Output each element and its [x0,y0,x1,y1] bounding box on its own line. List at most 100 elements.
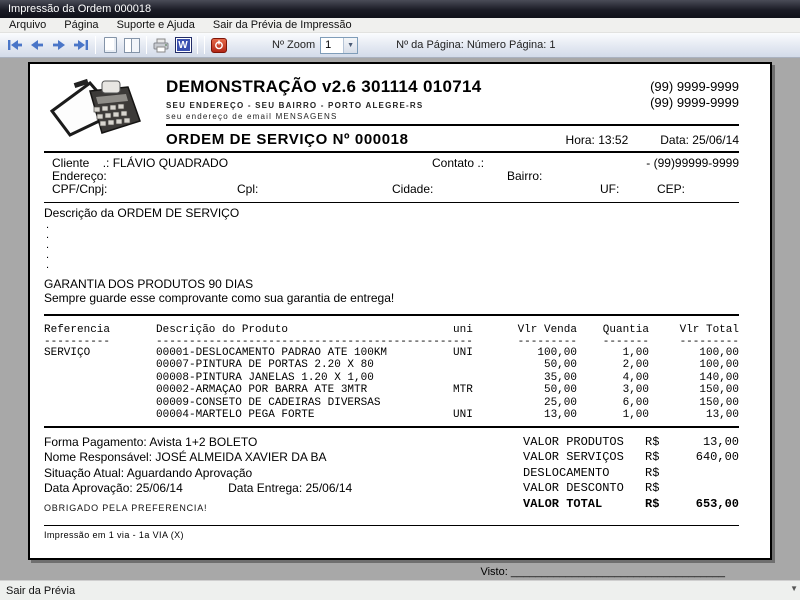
zoom-select[interactable]: 1 ▼ [320,36,359,54]
next-page-button[interactable] [48,35,70,55]
description-dot-line: . [46,259,50,271]
table-cell [44,384,156,396]
toolbar-separator [197,36,198,54]
status-bar: Sair da Prévia ▼ [0,580,800,600]
table-cell: 150,00 [699,384,739,396]
first-page-button[interactable] [4,35,26,55]
total-label: DESLOCAMENTO [523,465,610,480]
divider [44,314,739,316]
table-row: 00004-MARTELO PEGA FORTE UNI 13,00 1,00 13,0… [44,409,739,421]
word-icon: W [174,37,192,53]
table-cell: 100,00 [699,359,739,371]
table-header-cell: uni [453,324,473,336]
total-label: VALOR TOTAL [523,496,603,511]
table-cell: 35,00 [543,371,577,384]
total-value: 640,00 [695,450,739,465]
table-cell: 150,00 [699,396,739,409]
description-dot-line: . [46,219,50,231]
toolbar-separator [95,36,96,54]
table-cell: UNI [453,346,473,359]
total-row: VALOR DESCONTO R$ [523,481,739,496]
company-block: DEMONSTRAÇÃO v2.6 301114 010714 SEU ENDE… [160,77,739,151]
copy-info-line: Impressão em 1 via - 1a VIA (X) [44,530,184,541]
total-value: 13,00 [702,435,739,449]
items-table: Referencia Descrição do Produto uni Vlr Ven… [44,324,739,421]
total-value [673,481,739,496]
menu-item[interactable]: Sair da Prévia de Impressão [204,18,361,33]
two-page-icon [124,37,140,53]
company-title: DEMONSTRAÇÃO v2.6 301114 010714 [166,77,482,96]
power-icon [211,37,227,53]
export-word-button[interactable]: W [172,35,194,55]
menu-item[interactable]: Página [55,18,107,33]
next-page-icon [53,40,65,50]
table-cell: 00007-PINTURA DE PORTAS 2.20 X 80 [156,359,374,371]
last-page-button[interactable] [70,35,92,55]
single-page-view-button[interactable] [99,35,121,55]
table-cell [453,372,497,384]
prev-page-button[interactable] [26,35,48,55]
prev-page-icon [31,40,43,50]
toolbar-separator [204,36,205,54]
company-address: SEU ENDEREÇO - SEU BAIRRO - PORTO ALEGRE… [166,101,424,110]
table-cell: 00009-CONSETO DE CADEIRAS DIVERSAS [156,396,381,409]
document-page: DEMONSTRAÇÃO v2.6 301114 010714 SEU ENDE… [28,62,772,578]
table-cell: 4,00 [622,371,649,384]
table-dash-cell: ---------- [44,337,111,347]
client-label: Cliente .: [52,156,113,170]
table-header-cell: Descrição do Produto [156,324,289,336]
table-header-cell: Referencia [44,324,111,336]
cpl-label: Cpl: [237,182,259,196]
total-currency: R$ [645,481,660,496]
responsible-line: Nome Responsável: JOSÉ ALMEIDA XAVIER DA… [44,450,327,465]
table-dash-cell: ------- [602,337,649,347]
cpf-label: CPF/Cnpj: [52,182,108,196]
table-cell: SERVIÇO [44,346,91,359]
totals-block: VALOR PRODUTOS R$ 13,00 VALOR SERVIÇOS R$ 640… [523,435,739,516]
last-page-icon [74,40,88,50]
toolbar-separator [146,36,147,54]
menu-item[interactable]: Suporte e Ajuda [108,18,204,33]
toolbar: W Nº Zoom 1 ▼ Nº da Página: Número Págin… [0,33,800,58]
cep-label: CEP: [657,182,686,196]
client-name: FLÁVIO QUADRADO [112,156,229,170]
order-time: Hora: 13:52 [565,133,629,147]
table-cell: 3,00 [622,384,649,396]
district-label: Bairro: [507,169,543,183]
thanks-line: OBRIGADO PELA PREFERENCIA! [44,502,208,513]
status-dropdown-icon[interactable]: ▼ [790,584,798,593]
divider [44,202,739,203]
page-info-label: Nº da Página: Número Página: 1 [396,39,556,51]
table-cell: 13,00 [705,409,739,421]
table-cell: 00002-ARMAÇÃO POR BARRA ATE 3MTR [156,384,368,396]
table-row: 00008-PINTURA JANELAS 1.20 X 1,00 35,00 4,… [44,372,739,384]
table-cell: 140,00 [699,371,739,384]
table-cell: 2,00 [622,359,649,371]
uf-label: UF: [600,182,620,196]
divider [44,525,739,527]
print-button[interactable] [150,35,172,55]
first-page-icon [8,40,22,50]
document-footer: Forma Pagamento: Avista 1+2 BOLETO Nome … [44,435,739,516]
menu-item[interactable]: Arquivo [0,18,55,33]
two-page-view-button[interactable] [121,35,143,55]
table-dash-cell: --- [453,337,473,347]
close-preview-button[interactable] [208,35,230,55]
table-cell: 50,00 [543,359,577,371]
table-cell: 13,00 [543,409,577,421]
chevron-down-icon[interactable]: ▼ [343,37,358,53]
preview-area: DEMONSTRAÇÃO v2.6 301114 010714 SEU ENDE… [0,58,800,580]
status-line: Situação Atual: Aguardando Aprovação [44,465,253,480]
approval-date: Data Aprovação: 25/06/14 [44,481,183,496]
table-cell: 1,00 [622,346,649,359]
print-preview-window: Impressão da Ordem 000018 Arquivo Página S… [0,0,800,600]
status-text: Sair da Prévia [6,584,76,597]
warranty-line-2: Sempre guarde esse comprovante como sua … [44,291,395,305]
table-cell: 6,00 [622,396,649,409]
description-lines: ..... [44,219,739,271]
city-label: Cidade: [392,182,434,196]
total-currency: R$ [645,435,660,449]
company-phone-2: (99) 9999-9999 [650,95,739,110]
total-value [673,466,739,481]
total-row: DESLOCAMENTO R$ [523,466,739,481]
